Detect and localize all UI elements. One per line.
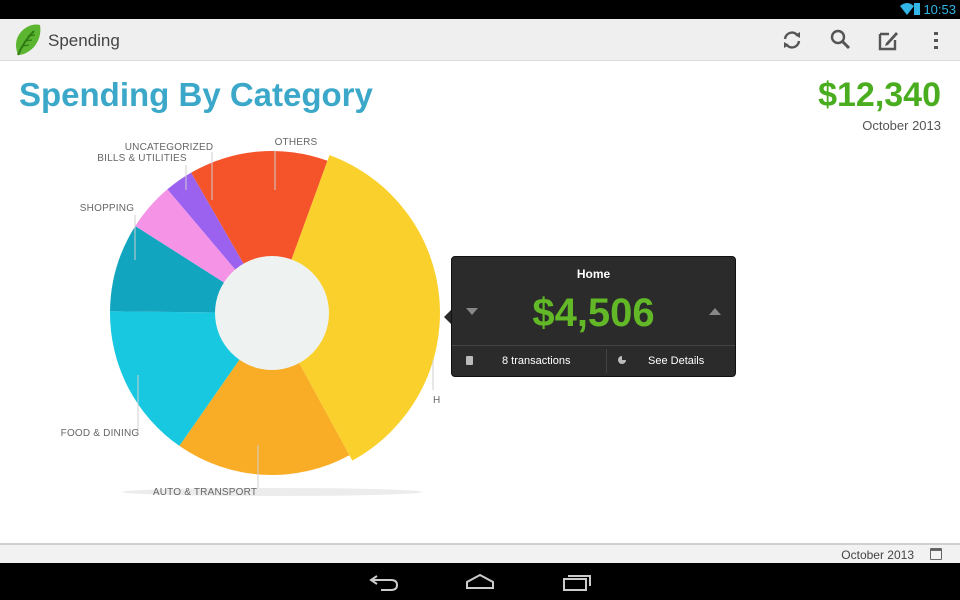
recent-apps-icon[interactable] bbox=[560, 572, 594, 592]
donut-hole bbox=[215, 256, 329, 370]
category-label: FOOD & DINING bbox=[61, 428, 140, 439]
see-details-button[interactable]: See Details bbox=[607, 346, 736, 377]
next-category-icon[interactable] bbox=[709, 308, 721, 315]
status-bar: 10:53 bbox=[0, 0, 960, 19]
overflow-menu-icon[interactable] bbox=[924, 28, 948, 52]
category-label: AUTO & TRANSPORT bbox=[153, 487, 257, 498]
see-details-label: See Details bbox=[648, 355, 705, 367]
category-label: BILLS & UTILITIES bbox=[97, 153, 187, 164]
category-label: UNCATEGORIZED bbox=[125, 142, 214, 153]
document-icon bbox=[466, 356, 473, 365]
page-title: Spending By Category bbox=[19, 76, 373, 113]
battery-icon bbox=[914, 3, 920, 15]
category-popup: Home $4,506 8 transactions See Details bbox=[451, 256, 736, 377]
spending-donut-chart[interactable]: HOME AUTO & TRANSPORT FOOD & DINING SHOPPIN… bbox=[0, 130, 440, 510]
wifi-icon bbox=[900, 3, 914, 15]
pie-chart-icon bbox=[618, 355, 627, 364]
action-bar: Spending bbox=[0, 19, 960, 61]
mint-leaf-icon[interactable] bbox=[12, 23, 42, 57]
total-period: October 2013 bbox=[862, 118, 941, 133]
category-label: SHOPPING bbox=[80, 203, 134, 214]
popup-title: Home bbox=[576, 267, 611, 281]
clock: 10:53 bbox=[923, 2, 956, 17]
total-amount: $12,340 bbox=[818, 76, 941, 114]
footer-period: October 2013 bbox=[841, 548, 914, 562]
popup-amount: $4,506 bbox=[532, 291, 655, 335]
back-icon[interactable] bbox=[367, 572, 401, 592]
edit-icon[interactable] bbox=[876, 28, 900, 52]
transactions-label: 8 transactions bbox=[502, 355, 571, 367]
system-nav-bar bbox=[0, 563, 960, 600]
search-icon[interactable] bbox=[828, 28, 852, 52]
category-label: OTHERS bbox=[275, 137, 318, 148]
transactions-button[interactable]: 8 transactions bbox=[452, 346, 606, 377]
calendar-icon[interactable] bbox=[930, 548, 942, 560]
app-title: Spending bbox=[48, 31, 120, 50]
home-icon[interactable] bbox=[463, 572, 497, 592]
footer-bar: October 2013 bbox=[0, 543, 960, 563]
category-label: HOME bbox=[433, 395, 440, 406]
refresh-icon[interactable] bbox=[780, 28, 804, 52]
